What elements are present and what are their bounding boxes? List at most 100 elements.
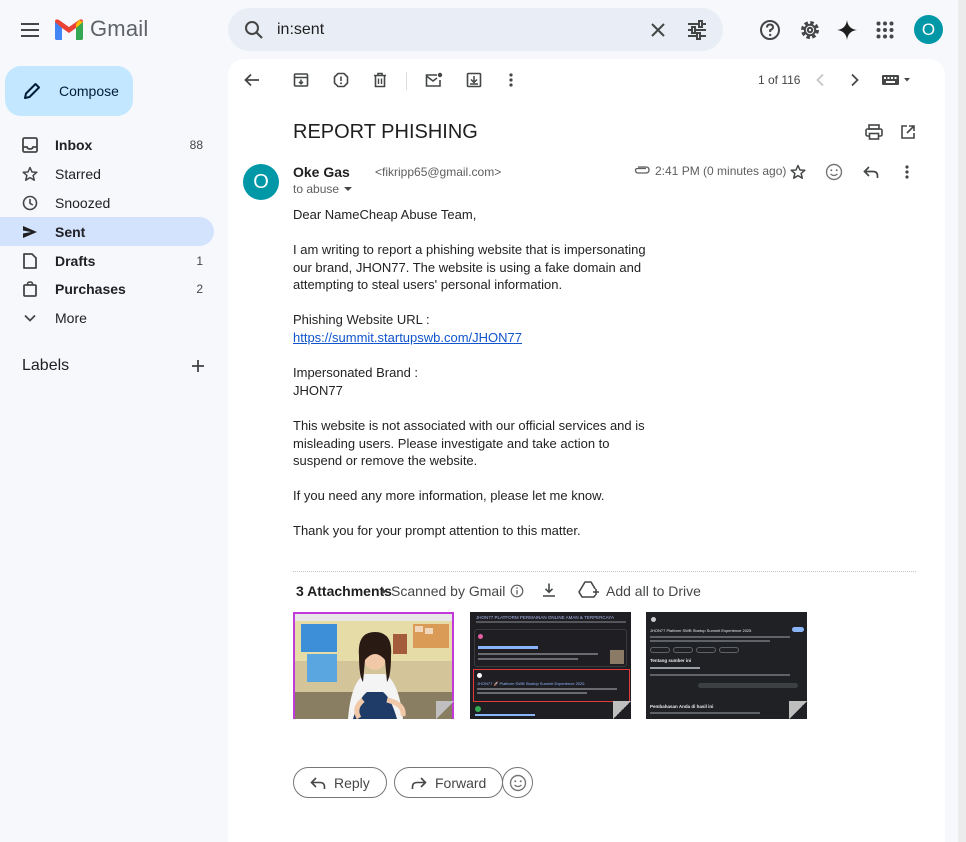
archive-icon[interactable] <box>291 70 311 90</box>
add-label-icon[interactable] <box>188 356 208 376</box>
star-icon <box>21 165 39 183</box>
recipients-line[interactable]: to abuse <box>293 182 353 196</box>
draft-icon <box>21 252 39 270</box>
purchases-count: 2 <box>196 281 203 296</box>
open-new-window-icon[interactable] <box>898 122 918 142</box>
drafts-count: 1 <box>196 253 203 268</box>
caret-down-icon[interactable] <box>343 186 353 192</box>
sidebar-item-label: More <box>55 309 87 326</box>
gear-icon[interactable] <box>796 16 824 44</box>
more-vert-icon[interactable] <box>501 70 521 90</box>
thumbnail-link-text: JHON77 🚀 Platform SWB Startup Summit Exp… <box>477 681 585 686</box>
sidebar-item-starred[interactable]: Starred <box>0 159 214 188</box>
attachment-thumbnail-2[interactable]: JHON77 PLATFORM PERMAINAN ONLINE AMAN & … <box>470 612 631 719</box>
download-all-icon[interactable] <box>541 582 557 598</box>
info-icon[interactable] <box>510 584 524 598</box>
more-vert-icon[interactable] <box>897 162 917 182</box>
sidebar-item-purchases[interactable]: Purchases 2 <box>0 274 214 303</box>
labels-heading: Labels <box>22 357 70 374</box>
highlighted-result: JHON77 🚀 Platform SWB Startup Summit Exp… <box>473 669 630 702</box>
reply-label: Reply <box>334 774 370 791</box>
close-icon[interactable] <box>646 18 670 42</box>
thumbnail-line <box>476 621 626 623</box>
star-icon[interactable] <box>788 162 808 182</box>
sender-email: <fikripp65@gmail.com> <box>375 165 502 179</box>
add-to-drive-icon[interactable] <box>578 580 600 600</box>
gemini-sparkle-icon[interactable] <box>833 16 861 44</box>
clock-icon <box>21 194 39 212</box>
compose-label: Compose <box>59 83 119 99</box>
account-avatar[interactable]: O <box>914 15 943 44</box>
sidebar-item-drafts[interactable]: Drafts 1 <box>0 246 214 275</box>
forward-button[interactable]: Forward <box>394 767 504 798</box>
reply-button[interactable]: Reply <box>293 767 387 798</box>
chevron-down-icon <box>21 309 39 327</box>
search-input[interactable] <box>277 8 637 51</box>
sidebar-item-more[interactable]: More <box>0 303 214 332</box>
portrait-photo-thumbnail <box>293 612 454 719</box>
emoji-react-button[interactable] <box>502 767 533 798</box>
email-greeting: Dear NameCheap Abuse Team, <box>293 207 477 222</box>
window-edge <box>958 0 966 842</box>
search-options-icon[interactable] <box>685 18 709 42</box>
search-bar[interactable] <box>228 8 723 51</box>
brand-label: Impersonated Brand : <box>293 365 419 380</box>
thumbnail-section-text: Tentang sumber ini <box>650 658 692 663</box>
thumbnail-title-text: JHON77 Platform SWB Startup Summit Exper… <box>650 628 752 633</box>
sidebar-item-label: Starred <box>55 165 101 182</box>
sender-avatar[interactable]: O <box>243 164 279 200</box>
move-to-icon[interactable] <box>464 70 484 90</box>
email-subject: REPORT PHISHING <box>293 121 478 143</box>
mark-unread-icon[interactable] <box>424 70 444 90</box>
sidebar-item-label: Sent <box>55 223 86 240</box>
email-time: 2:41 PM (0 minutes ago) <box>655 164 787 178</box>
sidebar-item-sent[interactable]: Sent <box>0 217 214 246</box>
email-paragraph-2: This website is not associated with our … <box>293 418 645 469</box>
main-menu-button[interactable] <box>15 14 47 46</box>
message-view: 1 of 116 REPORT PHISHING O Oke Gas <fikr… <box>228 59 945 842</box>
sender-name[interactable]: Oke Gas <box>293 164 350 180</box>
delete-icon[interactable] <box>370 70 390 90</box>
pencil-icon <box>24 83 40 99</box>
sidebar-item-inbox[interactable]: Inbox 88 <box>0 130 214 159</box>
attachment-thumbnail-3[interactable]: JHON77 Platform SWB Startup Summit Exper… <box>646 612 807 719</box>
thumbnail-fold <box>436 701 454 719</box>
send-icon <box>21 223 39 241</box>
inbox-count: 88 <box>189 137 203 152</box>
attachments-divider <box>293 571 916 572</box>
sidebar-item-label: Purchases <box>55 280 126 297</box>
reply-icon[interactable] <box>861 162 881 182</box>
thumbnail-card <box>474 629 627 667</box>
compose-button[interactable]: Compose <box>5 66 133 116</box>
email-paragraph-3: If you need any more information, please… <box>293 488 605 503</box>
hamburger-icon <box>21 23 39 37</box>
attachment-thumbnail-1[interactable] <box>293 612 454 719</box>
keyboard-icon[interactable] <box>880 70 914 90</box>
forward-icon <box>411 776 427 789</box>
chevron-left-icon[interactable] <box>810 70 830 90</box>
report-spam-icon[interactable] <box>331 70 351 90</box>
pagination-label: 1 of 116 <box>758 73 801 87</box>
help-icon[interactable] <box>756 16 784 44</box>
sidebar-item-snoozed[interactable]: Snoozed <box>0 188 214 217</box>
gmail-m-icon <box>55 19 83 40</box>
add-all-to-drive-label[interactable]: Add all to Drive <box>606 583 701 599</box>
phishing-url-link[interactable]: https://summit.startupswb.com/JHON77 <box>293 329 522 347</box>
thumbnail-header-text: JHON77 PLATFORM PERMAINAN ONLINE AMAN & … <box>476 615 614 620</box>
toolbar-divider <box>406 72 407 90</box>
dot-separator: • <box>381 583 386 599</box>
print-icon[interactable] <box>864 122 884 142</box>
back-arrow-icon[interactable] <box>242 70 262 90</box>
search-icon[interactable] <box>242 18 266 42</box>
gmail-logo[interactable]: Gmail <box>55 16 148 42</box>
emoji-reaction-icon[interactable] <box>824 162 844 182</box>
sidebar-item-label: Drafts <box>55 252 96 269</box>
smiley-icon <box>509 774 526 791</box>
apps-grid-icon[interactable] <box>871 16 899 44</box>
thumbnail-fold <box>613 701 631 719</box>
email-paragraph-1: I am writing to report a phishing websit… <box>293 242 646 293</box>
thumbnail-section2-text: Pembahasan Anda di hasil ini <box>650 704 714 709</box>
sidebar-item-label: Inbox <box>55 136 93 153</box>
chevron-right-icon[interactable] <box>845 70 865 90</box>
shopping-bag-icon <box>21 280 39 298</box>
